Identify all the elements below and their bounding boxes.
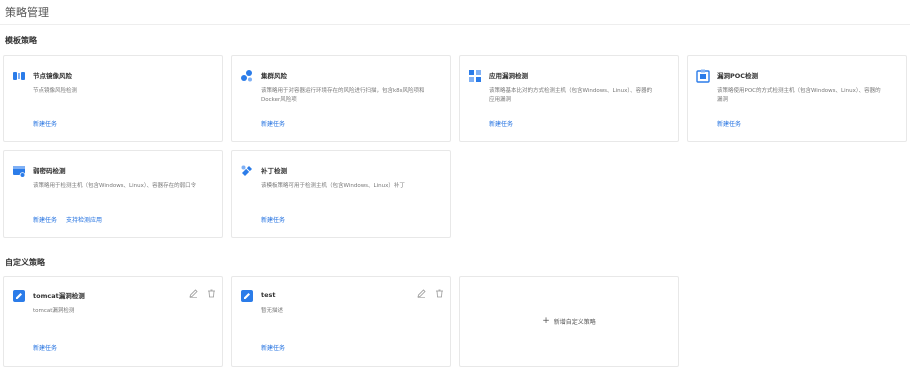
new-task-link[interactable]: 新建任务 <box>489 119 513 128</box>
supported-apps-link[interactable]: 支持检测应用 <box>66 215 102 224</box>
container-image-icon <box>12 68 26 82</box>
weak-password-icon <box>12 163 26 178</box>
page-title: 策略管理 <box>5 6 49 19</box>
add-custom-policy-card[interactable]: + 新增自定义策略 <box>459 276 679 367</box>
edit-icon[interactable] <box>416 288 426 298</box>
template-card-patch-detection: 补丁检测 该模板策略可用于检测主机（包含Windows、Linux）补丁 新建任… <box>231 150 451 238</box>
new-task-link[interactable]: 新建任务 <box>33 119 57 128</box>
card-title: 节点镜像风险 <box>33 72 72 80</box>
custom-section-title: 自定义策略 <box>5 258 45 267</box>
card-title: 漏洞POC检测 <box>717 72 759 80</box>
card-description: 节点镜像风险检测 <box>33 88 78 94</box>
new-task-link[interactable]: 新建任务 <box>33 215 57 224</box>
app-vuln-icon <box>468 68 482 82</box>
new-task-link[interactable]: 新建任务 <box>261 119 285 128</box>
custom-card-tomcat: tomcat漏洞检测 tomcat漏洞检测 新建任务 <box>3 276 223 367</box>
add-custom-policy-label: 新增自定义策略 <box>553 319 596 326</box>
card-description: 该策略用于检测主机（包含Windows、Linux）、容器存在的弱口令 <box>33 183 197 189</box>
add-custom-policy-button[interactable]: + 新增自定义策略 <box>542 316 596 327</box>
delete-icon[interactable] <box>434 288 444 298</box>
card-title: tomcat漏洞检测 <box>33 292 85 300</box>
card-description: 暂无描述 <box>261 308 284 314</box>
custom-card-test: test 暂无描述 新建任务 <box>231 276 451 367</box>
card-title: test <box>261 291 276 299</box>
card-description: tomcat漏洞检测 <box>33 308 75 314</box>
patch-icon <box>240 163 254 177</box>
card-description: 该策略基本比对的方式检测主机（包含Windows、Linux）、容器的应用漏洞 <box>489 88 653 103</box>
template-card-weak-password: 弱密码检测 该策略用于检测主机（包含Windows、Linux）、容器存在的弱口… <box>3 150 223 238</box>
new-task-link[interactable]: 新建任务 <box>33 343 57 352</box>
cluster-icon <box>240 68 254 82</box>
card-description: 该策略使用POC的方式检测主机（包含Windows、Linux）、容器的漏洞 <box>717 88 881 103</box>
edit-icon[interactable] <box>188 288 198 298</box>
card-title: 弱密码检测 <box>33 167 66 175</box>
template-card-poc-detection: 漏洞POC检测 该策略使用POC的方式检测主机（包含Windows、Linux）… <box>687 55 907 142</box>
template-card-node-image-risk: 节点镜像风险 节点镜像风险检测 新建任务 <box>3 55 223 142</box>
plus-icon: + <box>542 316 550 326</box>
poc-icon <box>696 68 710 83</box>
template-card-cluster-risk: 集群风险 该策略用于对容器运行环境存在的风险进行扫描，包含k8s风险项和Dock… <box>231 55 451 142</box>
card-title: 集群风险 <box>261 72 287 80</box>
card-title: 应用漏洞检测 <box>489 72 528 80</box>
card-description: 该策略用于对容器运行环境存在的风险进行扫描，包含k8s风险项和Docker风险项 <box>261 88 425 103</box>
custom-policy-icon <box>240 288 254 302</box>
template-section-title: 模板策略 <box>5 36 37 45</box>
new-task-link[interactable]: 新建任务 <box>261 215 285 224</box>
template-card-app-vuln: 应用漏洞检测 该策略基本比对的方式检测主机（包含Windows、Linux）、容… <box>459 55 679 142</box>
new-task-link[interactable]: 新建任务 <box>717 119 741 128</box>
delete-icon[interactable] <box>206 288 216 298</box>
card-description: 该模板策略可用于检测主机（包含Windows、Linux）补丁 <box>261 183 405 189</box>
custom-policy-icon <box>12 288 26 302</box>
new-task-link[interactable]: 新建任务 <box>261 343 285 352</box>
title-divider <box>0 24 910 25</box>
card-title: 补丁检测 <box>261 167 287 175</box>
